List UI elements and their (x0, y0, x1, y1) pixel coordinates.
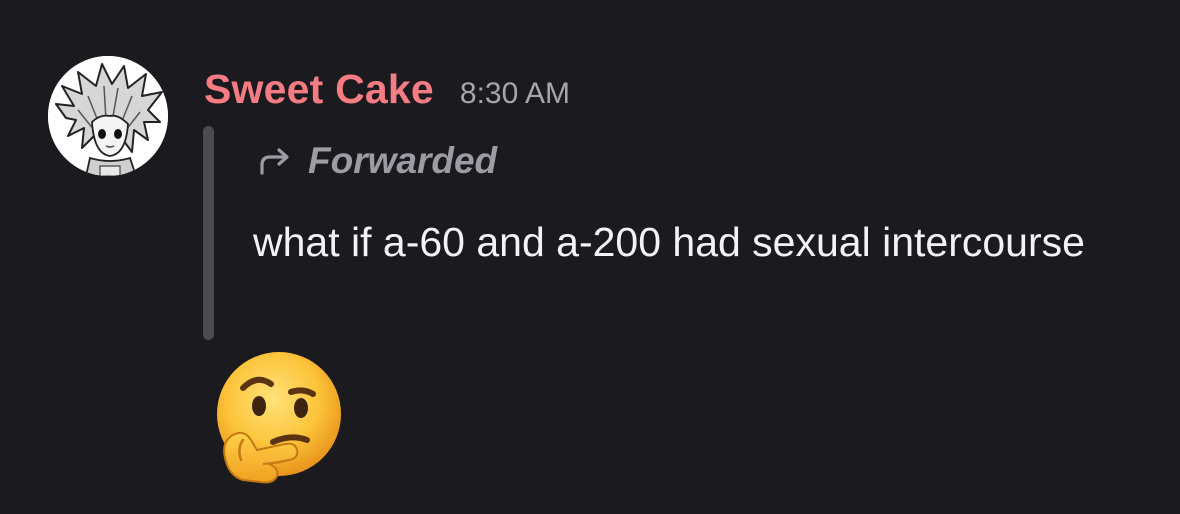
avatar[interactable] (48, 56, 168, 176)
message-header: Sweet Cake 8:30 AM (204, 66, 570, 122)
anime-spiky-hair-avatar-icon (48, 56, 168, 176)
forwarded-indicator: Forwarded (256, 136, 497, 186)
timestamp[interactable]: 8:30 AM (460, 77, 570, 111)
forward-quote-bar (203, 126, 214, 340)
forward-arrow-icon (260, 148, 289, 175)
message-content: what if a-60 and a-200 had sexual interc… (253, 219, 1085, 265)
forwarded-label: Forwarded (308, 140, 498, 181)
username[interactable]: Sweet Cake (204, 66, 434, 113)
chat-message: Sweet Cake 8:30 AM Forwarded what if a-6… (0, 0, 1180, 514)
thinking-face-emoji-icon (217, 352, 341, 484)
